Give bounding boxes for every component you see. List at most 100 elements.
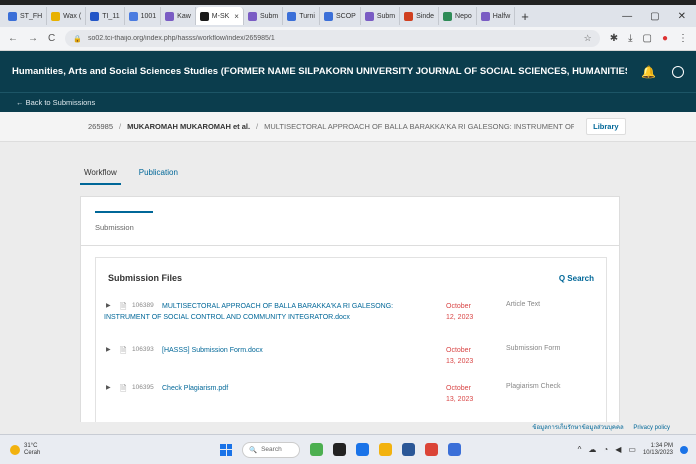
tab-label: Subm	[259, 12, 279, 20]
store-app-icon[interactable]	[448, 443, 461, 456]
workflow-tabs: Workflow Publication	[80, 164, 182, 185]
taskview-app-icon[interactable]	[333, 443, 346, 456]
file-name-link[interactable]: MULTISECTORAL APPROACH OF BALLA BARAKKA'…	[104, 301, 434, 323]
bell-icon[interactable]: 🔔	[641, 65, 656, 79]
user-icon[interactable]	[672, 65, 684, 78]
workflow-panel: Submission Submission Files Q Search ▶ 🗎…	[80, 196, 620, 427]
browser-tab[interactable]: 1001	[125, 7, 162, 25]
file-date: October 13, 2023	[446, 347, 474, 365]
system-tray: ^ ☁ ◔ ◀ ▭ 1:34 PM 10/13/2023	[578, 443, 696, 457]
battery-icon[interactable]: ▭	[628, 445, 636, 454]
browser-tab[interactable]: Subm	[361, 7, 401, 25]
submission-files-grid: Submission Files Q Search ▶ 🗎 106389 MUL…	[95, 257, 607, 427]
wifi-icon[interactable]: ◔	[603, 445, 608, 454]
file-name-link[interactable]: Check Plagiarism.pdf	[162, 383, 432, 394]
tab-label: Sinde	[416, 12, 435, 20]
sidepanel-icon[interactable]: ▢	[643, 33, 652, 44]
privacy-thai-link[interactable]: ข้อมูลการเก็บรักษาข้อมูลส่วนบุคคล	[532, 425, 623, 431]
tab-label: Turni	[299, 12, 315, 20]
browser-tab[interactable]: Wax (	[47, 7, 87, 25]
tab-favicon-icon	[287, 11, 297, 21]
browser-tab[interactable]: TI_11	[86, 7, 125, 25]
system-clock[interactable]: 1:34 PM 10/13/2023	[643, 443, 673, 457]
file-id: 106395	[132, 384, 154, 391]
file-date: October 12, 2023	[446, 303, 474, 321]
tab-favicon-icon	[364, 11, 374, 21]
document-icon: 🗎	[120, 346, 127, 355]
browser-tab[interactable]: Turni	[283, 7, 320, 25]
windows-start-icon[interactable]	[220, 443, 232, 456]
taskbar-search[interactable]: 🔍 Search	[242, 441, 300, 458]
expand-toggle-icon[interactable]: ▶	[106, 384, 111, 391]
notification-icon[interactable]	[680, 445, 688, 454]
browser-tab[interactable]: Sinde	[400, 7, 440, 25]
tab-favicon-icon	[199, 11, 209, 21]
tab-favicon-icon	[90, 11, 100, 21]
close-icon[interactable]: ✕	[678, 11, 686, 22]
browser-tab[interactable]: ST_FH	[4, 7, 48, 25]
tab-label: Subm	[376, 12, 396, 20]
tab-favicon-icon	[51, 11, 61, 21]
search-icon: 🔍	[249, 446, 258, 454]
bookmark-star-icon[interactable]: ☆	[584, 33, 592, 44]
download-icon[interactable]: ⤓	[628, 33, 632, 44]
tab-favicon-icon	[443, 11, 453, 21]
file-name-link[interactable]: [HASSS] Submission Form.docx	[162, 345, 432, 356]
close-tab-icon[interactable]: ×	[234, 12, 239, 21]
forward-arrow-icon[interactable]: →	[28, 33, 38, 44]
file-row: ▶ 🗎 106393 [HASSS] Submission Form.docx …	[96, 342, 606, 380]
volume-icon[interactable]: ◀	[615, 445, 621, 454]
cloud-icon[interactable]: ☁	[588, 445, 596, 454]
browser-tab[interactable]: Halfw	[477, 7, 516, 25]
library-button[interactable]: Library	[586, 118, 626, 135]
tab-favicon-icon	[247, 11, 257, 21]
submission-id: 265985	[88, 122, 114, 131]
address-bar[interactable]: 🔒 so02.tci-thaijo.org/index.php/hasss/wo…	[65, 30, 600, 47]
tab-label: 1001	[140, 12, 157, 20]
page-footer: ข้อมูลการเก็บรักษาข้อมูลส่วนบุคคล Privac…	[0, 422, 696, 434]
widgets-app-icon[interactable]	[310, 443, 323, 456]
back-to-submissions-link[interactable]: ← Back to Submissions	[16, 98, 95, 107]
profile-icon[interactable]: ●	[662, 33, 668, 44]
browser-tab[interactable]: Kaw	[161, 7, 196, 25]
weather-widget[interactable]: 31°C Cerah	[0, 443, 150, 457]
stage-tab-submission[interactable]: Submission	[95, 211, 153, 238]
document-icon: 🗎	[120, 384, 127, 393]
tab-label: ST_FH	[20, 12, 43, 20]
file-explorer-icon[interactable]	[379, 443, 392, 456]
chrome-app-icon[interactable]	[425, 443, 438, 456]
browser-tab[interactable]: SCOP	[320, 7, 361, 25]
app-header: Humanities, Arts and Social Sciences Stu…	[0, 51, 696, 92]
weather-text: 31°C Cerah	[24, 443, 40, 457]
lock-icon: 🔒	[73, 35, 82, 43]
browser-tab-strip: ST_FH Wax ( TI_11 1001 Kaw M-SK × Subm Turni SCOP…	[0, 5, 696, 27]
privacy-policy-link[interactable]: Privacy policy	[633, 425, 670, 431]
browser-tab[interactable]: M-SK ×	[195, 7, 244, 25]
reload-icon[interactable]: C	[48, 33, 55, 44]
tab-label: Nepo	[455, 12, 472, 20]
submission-title-bar: 265985 / MUKAROMAH MUKAROMAH et al. / MU…	[0, 112, 696, 142]
browser-tab[interactable]: Subm	[244, 7, 284, 25]
extensions-icon[interactable]: ✱	[610, 33, 618, 44]
tab-favicon-icon	[480, 11, 490, 21]
browser-toolbar: ← → C 🔒 so02.tci-thaijo.org/index.php/ha…	[0, 27, 696, 51]
tab-label: Wax (	[63, 12, 82, 20]
back-bar: ← Back to Submissions	[0, 92, 696, 112]
back-arrow-icon[interactable]: ←	[8, 33, 18, 44]
expand-toggle-icon[interactable]: ▶	[106, 346, 111, 353]
tab-workflow[interactable]: Workflow	[80, 164, 121, 185]
tray-chevron-icon[interactable]: ^	[578, 445, 582, 454]
minimize-icon[interactable]: —	[622, 11, 632, 22]
edge-app-icon[interactable]	[356, 443, 369, 456]
maximize-icon[interactable]: ▢	[650, 11, 659, 22]
menu-icon[interactable]: ⋮	[678, 33, 688, 44]
workflow-workspace: Workflow Publication Submission Submissi…	[0, 142, 696, 427]
word-app-icon[interactable]	[402, 443, 415, 456]
browser-tab[interactable]: Nepo	[439, 7, 477, 25]
files-search-button[interactable]: Q Search	[559, 274, 594, 283]
file-id: 106393	[132, 346, 154, 353]
journal-title[interactable]: Humanities, Arts and Social Sciences Stu…	[12, 66, 627, 77]
tab-favicon-icon	[404, 11, 414, 21]
tab-publication[interactable]: Publication	[135, 164, 182, 185]
new-tab-button[interactable]: +	[521, 9, 529, 24]
